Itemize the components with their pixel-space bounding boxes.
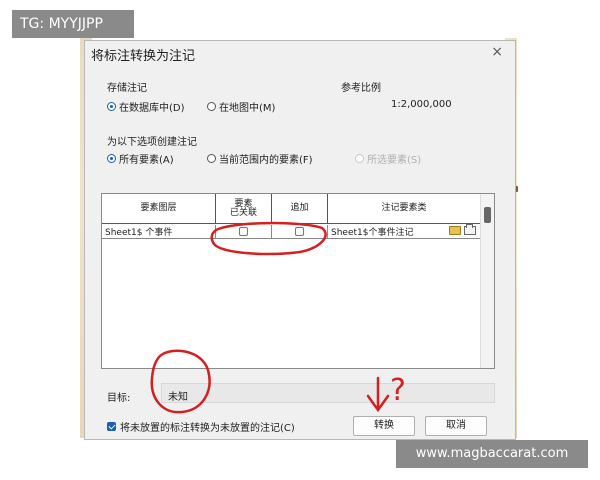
row-action-icons [449,223,476,238]
convert-labels-dialog: 将标注转换为注记 × 存储注记 在数据库中(D) 在地图中(M) 参考比例 1:… [84,40,516,440]
append-cell [272,225,328,238]
radio-button[interactable] [207,154,216,163]
table-header-row: 要素图层 要素 已关联 追加 注记要素类 [102,194,480,224]
annotation-class-cell[interactable]: Sheet1$个事件注记 [328,223,480,238]
linked-checkbox[interactable] [239,227,248,236]
storage-option-database[interactable]: 在数据库中(D) [107,99,185,114]
convert-button[interactable]: 转换 [353,416,415,436]
column-header-append[interactable]: 追加 [272,194,328,223]
create-for-section-label: 为以下选项创建注记 [107,137,197,148]
layer-name-cell: Sheet1$ 个事件 [102,225,216,238]
column-header-annotation-class[interactable]: 注记要素类 [328,194,480,223]
unplaced-checkbox[interactable] [107,422,116,431]
dialog-title: 将标注转换为注记 [91,49,196,64]
column-header-linked[interactable]: 要素 已关联 [216,194,272,223]
folder-icon[interactable] [464,223,476,235]
layer-table: 要素图层 要素 已关联 追加 注记要素类 Sheet1$ 个事件 Sheet1$… [101,193,495,369]
unplaced-option-label: 将未放置的标注转换为未放置的注记(C) [120,423,295,434]
unplaced-option[interactable]: 将未放置的标注转换为未放置的注记(C) [107,419,295,434]
radio-button[interactable] [207,102,216,111]
radio-button[interactable] [107,102,116,111]
watermark-top-left: TG: MYYJJPP [12,10,134,38]
target-field: 未知 [161,383,495,403]
linked-cell [216,225,272,238]
scrollbar-thumb[interactable] [484,207,491,223]
radio-button[interactable] [107,154,116,163]
target-label: 目标: [107,393,131,404]
radio-button [355,154,364,163]
open-icon[interactable] [449,225,461,235]
create-option-all[interactable]: 所有要素(A) [107,151,174,166]
dialog-titlebar: 将标注转换为注记 × [85,41,515,65]
cancel-button[interactable]: 取消 [425,416,487,436]
watermark-bottom-right: www.magbaccarat.com [396,440,588,468]
storage-section-label: 存储注记 [107,83,147,94]
annotation-class-name: Sheet1$个事件注记 [331,228,414,238]
create-option-extent[interactable]: 当前范围内的要素(F) [207,151,313,166]
table-row[interactable]: Sheet1$ 个事件 Sheet1$个事件注记 [102,223,480,239]
close-icon[interactable]: × [491,44,503,60]
table-scrollbar[interactable] [480,194,494,368]
append-checkbox[interactable] [295,227,304,236]
create-option-selected: 所选要素(S) [355,151,421,166]
reference-scale-value: 1:2,000,000 [391,99,452,110]
column-header-layer[interactable]: 要素图层 [102,194,216,223]
storage-option-map[interactable]: 在地图中(M) [207,99,275,114]
reference-scale-label: 参考比例 [341,83,381,94]
